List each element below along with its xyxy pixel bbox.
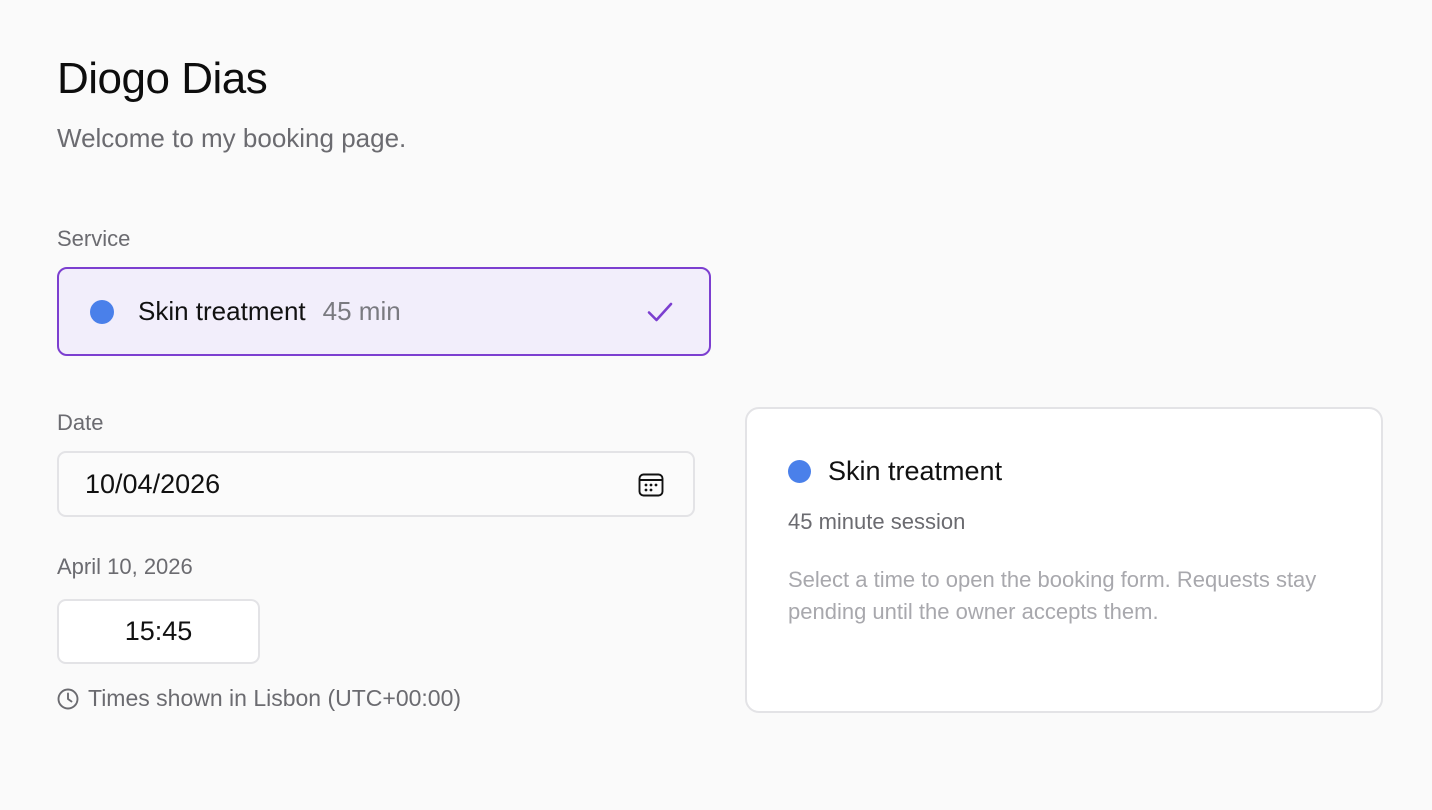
booking-page: Diogo Dias Welcome to my booking page. S…	[0, 0, 1432, 810]
slots-day-label: April 10, 2026	[57, 554, 193, 579]
service-color-dot	[90, 299, 114, 324]
summary-duration: 45 minute session	[788, 509, 966, 534]
date-label: Date	[57, 410, 104, 435]
clock-icon	[57, 688, 79, 709]
timezone-text: Times shown in Lisbon (UTC+00:00)	[88, 685, 462, 711]
timezone-note: Times shown in Lisbon (UTC+00:00)	[57, 685, 461, 712]
date-input[interactable]	[59, 453, 693, 515]
calendar-icon[interactable]	[638, 472, 664, 498]
service-label: Service	[57, 226, 131, 251]
summary-color-dot	[788, 460, 811, 483]
service-name: Skin treatment	[138, 296, 306, 326]
welcome-text: Welcome to my booking page.	[57, 123, 407, 153]
summary-hint: Select a time to open the booking form. …	[788, 567, 1317, 624]
booking-summary-card: Skin treatment 45 minute session Select …	[745, 407, 1383, 713]
summary-header: Skin treatment	[788, 456, 1002, 487]
date-field	[57, 451, 695, 517]
summary-title: Skin treatment	[828, 456, 1003, 486]
service-duration: 45 min	[322, 296, 401, 326]
page-title: Diogo Dias	[57, 54, 268, 103]
service-option-skin-treatment[interactable]: Skin treatment 45 min	[57, 267, 711, 356]
time-slot-button[interactable]: 15:45	[57, 599, 260, 664]
check-icon	[647, 302, 673, 322]
